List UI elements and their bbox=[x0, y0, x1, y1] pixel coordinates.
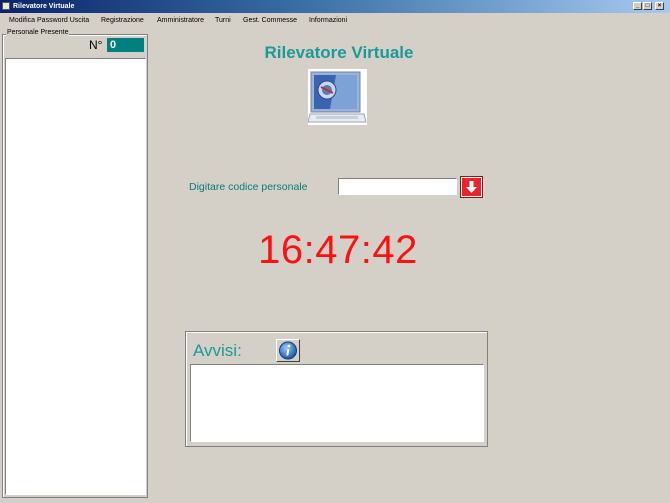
menu-gest-commesse[interactable]: Gest. Commesse bbox=[243, 13, 297, 28]
count-label: N° bbox=[89, 38, 103, 52]
page-title: Rilevatore Virtuale bbox=[264, 43, 414, 62]
computer-terminal-icon bbox=[307, 69, 367, 125]
minimize-button[interactable]: _ bbox=[633, 2, 642, 10]
avvisi-label: Avvisi: bbox=[193, 341, 242, 360]
title-bar: Rilevatore Virtuale _ □ × bbox=[0, 0, 670, 13]
menu-amministratore[interactable]: Amministratore bbox=[157, 13, 204, 28]
menu-bar: Modifica Password Uscita Registrazione A… bbox=[0, 13, 670, 28]
count-value: 0 bbox=[107, 38, 144, 52]
close-button[interactable]: × bbox=[655, 2, 664, 10]
menu-modifica-password[interactable]: Modifica Password Uscita bbox=[9, 13, 89, 28]
menu-registrazione[interactable]: Registrazione bbox=[101, 13, 144, 28]
personale-presente-label: Personale Presente bbox=[6, 29, 70, 36]
submit-button[interactable] bbox=[460, 176, 483, 198]
code-input[interactable] bbox=[338, 178, 457, 195]
menu-informazioni[interactable]: Informazioni bbox=[309, 13, 347, 28]
menu-turni[interactable]: Turni bbox=[215, 13, 231, 28]
info-icon bbox=[279, 341, 297, 360]
clock-display: 16:47:42 bbox=[258, 228, 418, 272]
arrow-down-icon bbox=[466, 181, 477, 193]
window-title: Rilevatore Virtuale bbox=[13, 3, 75, 10]
app-icon bbox=[2, 2, 10, 10]
code-label: Digitare codice personale bbox=[189, 181, 308, 193]
personale-list[interactable] bbox=[5, 58, 146, 495]
info-button[interactable] bbox=[276, 339, 300, 362]
avvisi-textarea[interactable] bbox=[190, 364, 484, 442]
maximize-button[interactable]: □ bbox=[643, 2, 652, 10]
